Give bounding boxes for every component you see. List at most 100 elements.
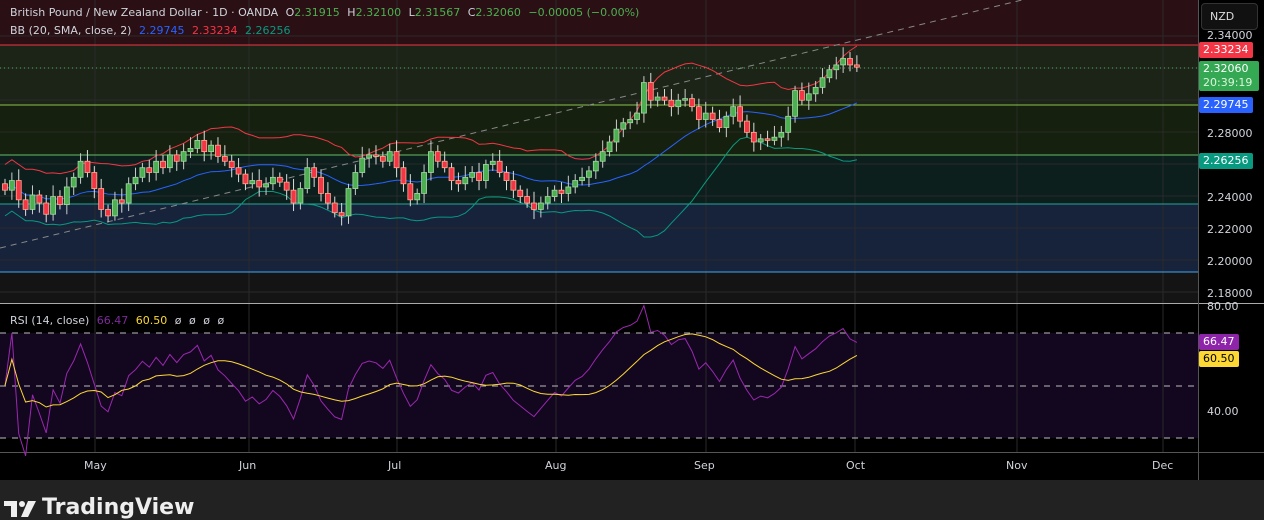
candle-up: [778, 131, 785, 138]
rsi-tick: 40.00: [1207, 405, 1239, 418]
candle-up: [613, 128, 620, 143]
candle-down: [290, 189, 297, 204]
time-label: May: [84, 459, 107, 472]
candle-down: [668, 99, 675, 108]
candle-down: [283, 181, 290, 191]
candle-down: [647, 82, 654, 101]
candle-up: [579, 176, 585, 181]
candle-down: [105, 209, 111, 217]
candle-up: [469, 172, 476, 178]
rsi-legend[interactable]: RSI (14, close) 66.47 60.50 ø ø ø ø: [10, 314, 228, 327]
time-label: Jul: [388, 459, 402, 472]
rsi-value: 66.47: [96, 314, 129, 327]
current-price: 2.32060: [1203, 62, 1249, 75]
bb-legend[interactable]: BB (20, SMA, close, 2) 2.29745 2.33234 2…: [10, 24, 294, 37]
candle-up: [386, 151, 393, 162]
candle-down: [434, 151, 441, 162]
candle-up: [304, 167, 311, 189]
candle-up: [551, 189, 558, 197]
candle-up: [537, 202, 544, 210]
candle-down: [853, 64, 860, 68]
bb-basis-value: 2.29745: [138, 24, 185, 37]
price-tick: 2.22000: [1207, 223, 1253, 236]
candle-up: [166, 154, 173, 169]
candle-down: [338, 212, 345, 217]
open-value: 2.31915: [294, 6, 340, 19]
zone-rect: [0, 45, 1198, 105]
chart-canvas[interactable]: [0, 0, 1264, 480]
rsi-extra: ø: [174, 314, 182, 327]
tradingview-logo[interactable]: TradingView: [4, 495, 194, 520]
candle-down: [847, 58, 853, 66]
candle-up: [785, 115, 792, 133]
change-value: −0.00005 (−0.00%): [528, 6, 640, 19]
zone-rect: [0, 155, 1198, 204]
candle-down: [201, 139, 208, 153]
candle-down: [558, 189, 565, 194]
price-tick: 2.28000: [1207, 127, 1253, 140]
candle-up: [730, 106, 737, 117]
rsi-extra: ø: [203, 314, 210, 327]
high-value: 2.32100: [355, 6, 402, 19]
candle-down: [517, 189, 524, 197]
candle-down: [531, 202, 537, 210]
candle-down: [228, 160, 235, 169]
candle-down: [311, 167, 318, 178]
candle-down: [476, 172, 482, 181]
rsi-band: [0, 333, 1198, 438]
candle-down: [510, 180, 517, 191]
candle-up: [805, 93, 812, 101]
candle-up: [132, 176, 139, 185]
candle-up: [297, 188, 304, 204]
candle-up: [812, 86, 819, 95]
candle-up: [70, 176, 77, 188]
bb-upper-value: 2.33234: [191, 24, 238, 37]
candle-down: [689, 98, 695, 108]
candle-up: [352, 172, 359, 189]
currency-button[interactable]: NZD: [1201, 3, 1258, 30]
candle-up: [414, 192, 421, 201]
countdown: 20:39:19: [1203, 76, 1253, 89]
chart-area[interactable]: [0, 0, 1264, 480]
price-tick: 2.24000: [1207, 191, 1253, 204]
candle-down: [146, 167, 153, 173]
bb-lower-value: 2.26256: [244, 24, 291, 37]
candle-up: [572, 180, 579, 188]
candle-down: [84, 160, 91, 173]
candle-down: [448, 167, 455, 181]
candle-up: [180, 151, 187, 162]
price-tick: 2.20000: [1207, 255, 1253, 268]
time-label: Aug: [545, 459, 567, 472]
open-label: O: [285, 6, 295, 19]
candle-down: [799, 90, 805, 101]
brand-name: TradingView: [42, 495, 195, 520]
candle-up: [208, 144, 215, 153]
bb-lower-tag: 2.26256: [1199, 153, 1253, 169]
candle-down: [503, 172, 510, 181]
candle-down: [496, 160, 503, 173]
candle-up: [77, 160, 84, 178]
candle-up: [723, 115, 730, 128]
candle-down: [15, 180, 22, 201]
price-tick: 2.34000: [1207, 29, 1253, 42]
candle-up: [125, 183, 132, 204]
candle-up: [63, 186, 70, 206]
candle-up: [599, 151, 606, 162]
time-label: Nov: [1006, 459, 1028, 472]
candle-up: [249, 180, 256, 185]
candle-up: [366, 154, 373, 159]
candle-up: [702, 112, 709, 120]
candle-up: [654, 96, 661, 101]
candle-down: [661, 96, 668, 101]
candle-up: [840, 58, 847, 66]
high-label: H: [347, 6, 356, 19]
candle-down: [744, 120, 750, 133]
candle-up: [675, 99, 682, 108]
bb-label: BB (20, SMA, close, 2): [10, 24, 132, 37]
candle-up: [641, 82, 647, 114]
candle-down: [331, 202, 338, 214]
candle-down: [22, 199, 29, 210]
candle-up: [194, 139, 201, 149]
symbol-legend: British Pound / New Zealand Dollar · 1D …: [10, 6, 643, 19]
candle-down: [695, 106, 702, 120]
